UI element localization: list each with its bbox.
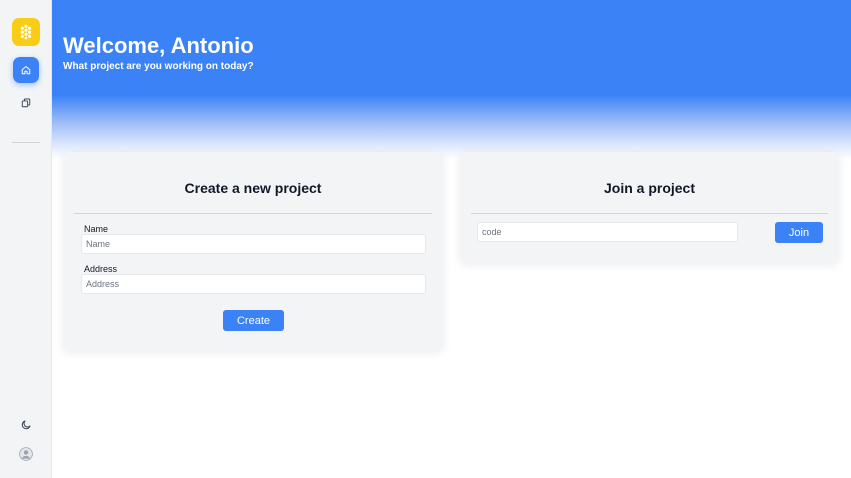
card-divider xyxy=(471,213,828,214)
card-divider xyxy=(74,213,432,214)
sidebar-item-home[interactable] xyxy=(13,57,39,83)
join-button[interactable]: Join xyxy=(775,222,823,243)
sidebar xyxy=(0,0,52,478)
welcome-header: Welcome, Antonio What project are you wo… xyxy=(52,0,851,160)
address-input[interactable] xyxy=(81,274,426,294)
app-logo[interactable] xyxy=(12,18,40,46)
sidebar-divider xyxy=(12,142,40,143)
create-project-card: Create a new project Name Address Create xyxy=(63,152,443,351)
user-icon xyxy=(19,447,33,461)
moon-icon xyxy=(21,420,30,429)
name-input[interactable] xyxy=(81,234,426,254)
page-title: Welcome, Antonio xyxy=(63,33,254,58)
name-label: Name xyxy=(84,224,109,234)
sidebar-item-projects[interactable] xyxy=(13,90,39,116)
join-project-title: Join a project xyxy=(603,180,696,196)
theme-toggle-button[interactable] xyxy=(13,411,39,437)
user-avatar-button[interactable] xyxy=(13,441,39,467)
hexagon-logo-icon xyxy=(20,24,32,40)
code-input[interactable] xyxy=(477,222,738,242)
copy-icon xyxy=(21,98,31,108)
home-icon xyxy=(21,66,31,75)
create-button[interactable]: Create xyxy=(223,310,284,331)
create-project-title: Create a new project xyxy=(184,180,322,196)
page-subtitle: What project are you working on today? xyxy=(63,61,254,72)
join-project-card: Join a project Join xyxy=(460,152,839,263)
address-label: Address xyxy=(84,264,118,274)
